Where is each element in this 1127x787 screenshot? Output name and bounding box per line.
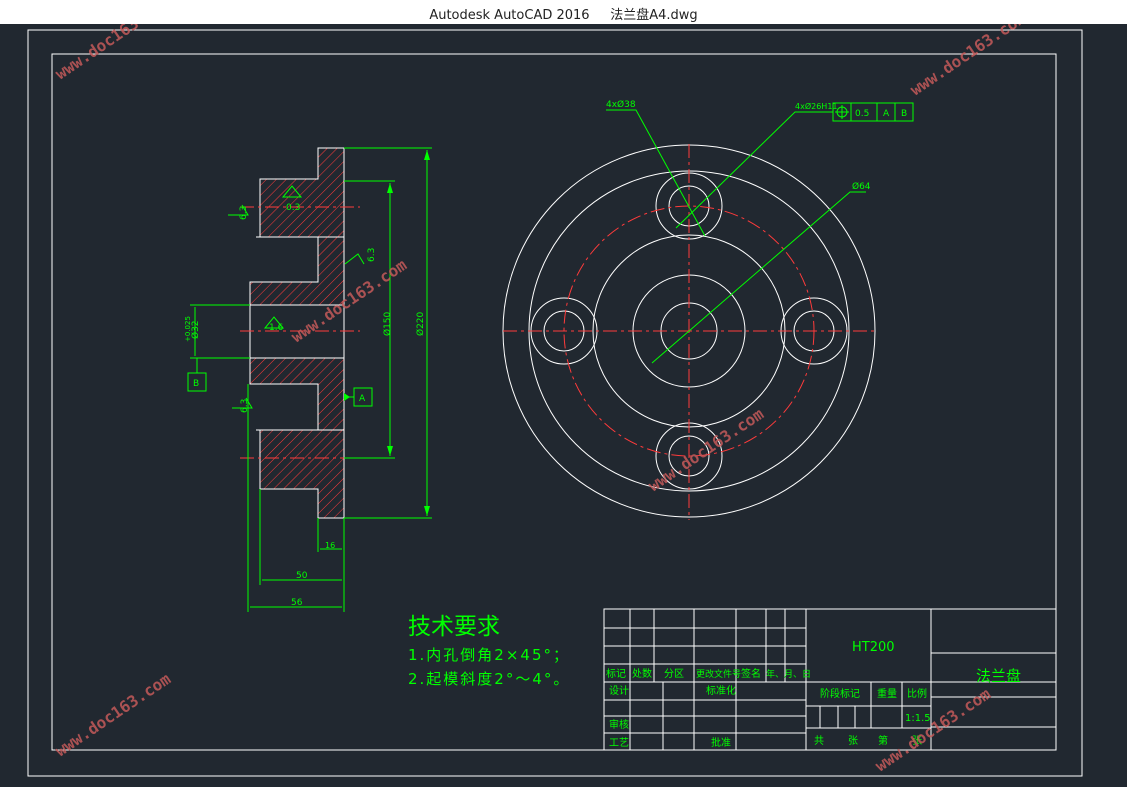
watermark-2: www.doc163.com [907,24,1030,99]
position-tol-label: 0.5 [855,109,869,119]
dim-32-tol: +0.025 [184,316,192,342]
dim-56-label: 56 [291,598,303,608]
hdr-zone: 分区 [664,668,684,680]
hdr-signature: 签名 [741,667,761,680]
drawing-canvas[interactable]: Ø220 Ø150 Ø32 +0.025 50 56 16 0.3 1.6 6.… [0,0,1127,783]
tech-line-1: 1.内孔倒角2×45°； [408,646,570,664]
title-block[interactable]: 标记 处数 分区 更改文件号 签名 年、月、日 设计 标准化 审核 工艺 批准 … [603,608,1057,751]
section-view[interactable]: Ø220 Ø150 Ø32 +0.025 50 56 16 0.3 1.6 6.… [184,147,432,612]
total-label: 共 [814,735,824,747]
holes-38-label: 4xØ38 [606,99,636,110]
app-title: Autodesk AutoCAD 2016 [429,8,590,23]
ratio-label: 比例 [907,687,927,700]
outer-border [27,29,1083,777]
row-process: 工艺 [609,737,629,749]
tech-requirements: 技术要求 1.内孔倒角2×45°； 2.起模斜度2°～4°。 [408,614,570,688]
holes-26-label: 4xØ26H11 [795,101,838,111]
datum-a-symbol: A [359,394,366,404]
material-value: HT200 [852,640,895,655]
bolt-circle-label: Ø64 [852,181,871,192]
rough-top-label: 0.3 [286,203,300,213]
watermark-5: www.doc163.com [52,669,175,760]
tech-heading: 技术要求 [408,614,500,640]
rough-right: 6.3 [367,248,377,262]
hdr-date: 年、月、日 [766,668,811,680]
tol-datum-b: B [901,109,907,119]
rough-left-2: 6.3 [240,399,250,413]
rough-bore-label: 1.6 [269,323,284,333]
sheets-label: 张 [848,735,858,747]
file-name: 法兰盘A4.dwg [610,8,698,23]
row-approve: 批准 [711,736,731,749]
dim-150-label: Ø150 [382,311,393,336]
datum-b-symbol: B [193,379,199,389]
dim-50-label: 50 [296,571,308,581]
dim-16-label: 16 [325,541,335,550]
window-title: Autodesk AutoCAD 2016 法兰盘A4.dwg [0,4,1127,23]
stage-mark-label: 阶段标记 [820,687,860,700]
sheet-no-label: 第 [878,734,888,747]
drawing-svg: Ø220 Ø150 Ø32 +0.025 50 56 16 0.3 1.6 6.… [27,0,1083,777]
tol-datum-a: A [883,109,890,119]
row-standardize: 标准化 [706,684,736,697]
hdr-change-doc: 更改文件号 [696,668,741,680]
hdr-mark: 标记 [606,668,626,680]
dim-220-label: Ø220 [415,311,426,336]
rough-left-1: 6.3 [239,206,249,220]
tech-line-2: 2.起模斜度2°～4°。 [408,670,570,688]
title-bar: Autodesk AutoCAD 2016 法兰盘A4.dwg [0,0,1127,24]
row-review: 审核 [609,718,629,731]
row-design: 设计 [609,684,629,697]
hdr-count: 处数 [632,667,652,680]
watermark-4: www.doc163.com [645,404,768,495]
weight-label: 重量 [877,687,897,700]
part-name: 法兰盘 [976,667,1021,685]
front-dimensions [606,102,914,364]
